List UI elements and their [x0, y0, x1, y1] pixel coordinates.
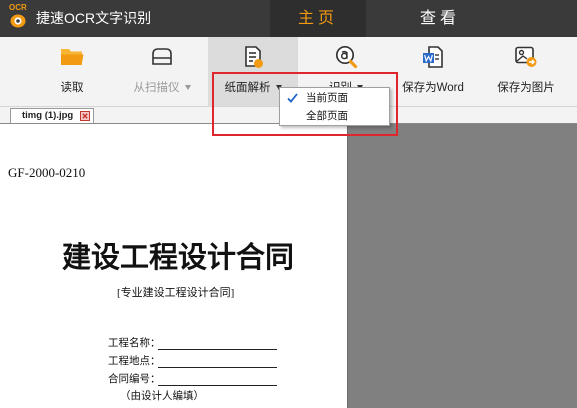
save-word-button-label: 保存为Word	[402, 82, 464, 94]
save-image-button-label: 保存为图片	[497, 82, 555, 94]
app-logo: OCR	[9, 3, 27, 33]
tab-home-label: 主页	[297, 10, 338, 27]
page-analysis-icon	[245, 46, 263, 68]
scanner-icon	[152, 48, 172, 65]
dropdown-arrow-icon	[184, 85, 191, 91]
folder-icon	[61, 49, 84, 65]
tab-home[interactable]: 主页	[270, 0, 366, 37]
field-project-location-label: 工程地点：	[108, 356, 161, 367]
field-project-name-line	[158, 349, 277, 350]
field-contract-number-label: 合同编号：	[108, 374, 161, 385]
document-workspace[interactable]: GF-2000-0210 建设工程设计合同 [专业建设工程设计合同] 工程名称：…	[0, 124, 577, 408]
tab-view[interactable]: 查看	[392, 0, 488, 37]
tab-view-label: 查看	[419, 10, 460, 27]
save-image-button[interactable]: 保存为图片	[482, 37, 570, 106]
eye-icon	[10, 14, 26, 28]
recognize-icon	[335, 45, 358, 69]
logo-text: OCR	[9, 3, 27, 12]
word-icon	[423, 46, 443, 68]
field-contract-number-line	[158, 385, 277, 386]
save-word-button[interactable]: 保存为Word	[389, 37, 477, 106]
menu-item-all-pages-label: 全部页面	[306, 110, 348, 122]
scan-button[interactable]: 从扫描仪	[118, 37, 206, 106]
field-project-location-line	[158, 367, 277, 368]
page-analysis-button-label: 纸面解析	[224, 82, 271, 94]
page-analysis-dropdown-menu: 当前页面 全部页面	[279, 87, 390, 126]
open-button[interactable]: 读取	[28, 37, 116, 106]
document-tab-label: timg (1).jpg	[22, 110, 74, 121]
field-project-name-label: 工程名称：	[108, 338, 161, 349]
document-page[interactable]: GF-2000-0210 建设工程设计合同 [专业建设工程设计合同] 工程名称：…	[0, 124, 348, 408]
contract-subtitle: [专业建设工程设计合同]	[117, 287, 235, 299]
document-tab[interactable]: timg (1).jpg	[10, 108, 94, 123]
check-icon	[287, 93, 298, 103]
image-icon	[515, 46, 537, 67]
app-title: 捷速OCR文字识别	[36, 10, 152, 26]
contract-code: GF-2000-0210	[8, 165, 86, 180]
contract-note: （由设计人编填）	[120, 391, 204, 402]
scan-button-label: 从扫描仪	[133, 82, 180, 94]
menu-item-all-pages[interactable]: 全部页面	[280, 107, 389, 125]
contract-title: 建设工程设计合同	[62, 242, 295, 274]
open-button-label: 读取	[60, 82, 84, 94]
menu-item-current-page[interactable]: 当前页面	[280, 89, 389, 107]
title-bar: OCR 捷速OCR文字识别 主页 查看	[0, 0, 577, 37]
menu-item-current-page-label: 当前页面	[306, 92, 348, 104]
close-icon[interactable]	[80, 111, 90, 121]
